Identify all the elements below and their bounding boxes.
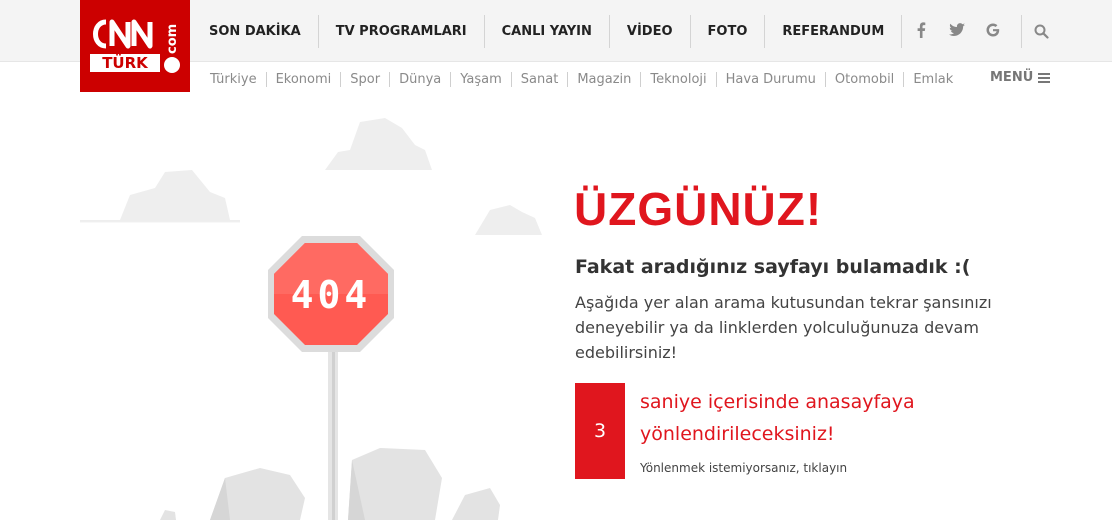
sign-404-text: 404	[291, 273, 372, 317]
nav-son-dakika[interactable]: SON DAKİKA	[192, 15, 319, 48]
subnav-ekonomi[interactable]: Ekonomi	[267, 71, 342, 87]
search-icon	[1034, 24, 1049, 39]
cancel-redirect-link[interactable]: Yönlenmek istemiyorsanız, tıklayın	[640, 461, 847, 475]
subnav-sanat[interactable]: Sanat	[512, 71, 569, 87]
cloud-top	[325, 118, 432, 170]
error-description: Aşağıda yer alan arama kutusundan tekrar…	[575, 293, 992, 362]
subnav-dunya[interactable]: Dünya	[390, 71, 452, 87]
svg-text:com: com	[165, 24, 180, 54]
social-links	[903, 15, 1011, 48]
error-subtitle: Fakat aradığınız sayfayı bulamadık :(	[575, 256, 971, 278]
nav-referandum[interactable]: REFERANDUM	[765, 15, 903, 48]
subnav-emlak[interactable]: Emlak	[904, 72, 962, 87]
error-title: ÜZGÜNÜZ!	[574, 183, 823, 235]
nav-foto[interactable]: FOTO	[691, 15, 766, 48]
nav-canli-yayin[interactable]: CANLI YAYIN	[485, 15, 610, 48]
subnav-yasam[interactable]: Yaşam	[451, 71, 512, 87]
cloud-right	[475, 205, 542, 235]
redirect-message: saniye içerisinde anasayfaya yönlendiril…	[640, 391, 915, 445]
subnav-turkiye[interactable]: Türkiye	[201, 71, 267, 87]
main-nav: SON DAKİKA TV PROGRAMLARI CANLI YAYIN Vİ…	[192, 15, 903, 48]
nav-tv-programlari[interactable]: TV PROGRAMLARI	[319, 15, 485, 48]
logo-mark: TÜRK com	[90, 19, 180, 73]
svg-text:TÜRK: TÜRK	[102, 53, 149, 72]
twitter-icon[interactable]	[939, 22, 975, 41]
hamburger-icon	[1038, 72, 1051, 83]
subnav-otomobil[interactable]: Otomobil	[826, 71, 905, 87]
nav-video[interactable]: VİDEO	[610, 15, 691, 48]
google-plus-icon[interactable]	[975, 22, 1011, 42]
menu-label: MENÜ	[990, 70, 1034, 85]
cnn-turk-logo[interactable]: TÜRK com	[80, 0, 190, 92]
menu-button[interactable]: MENÜ	[990, 70, 1051, 85]
search-button[interactable]	[1021, 15, 1061, 48]
subnav-hava-durumu[interactable]: Hava Durumu	[717, 71, 826, 87]
countdown-badge: 3	[575, 383, 625, 479]
subnav-spor[interactable]: Spor	[341, 71, 391, 87]
404-illustration: 404	[80, 118, 542, 520]
subnav-magazin[interactable]: Magazin	[568, 71, 642, 87]
subnav-teknoloji[interactable]: Teknoloji	[641, 71, 717, 87]
cloud-left	[80, 170, 240, 222]
sub-nav: Türkiye Ekonomi Spor Dünya Yaşam Sanat M…	[201, 70, 962, 88]
facebook-icon[interactable]	[903, 21, 939, 42]
